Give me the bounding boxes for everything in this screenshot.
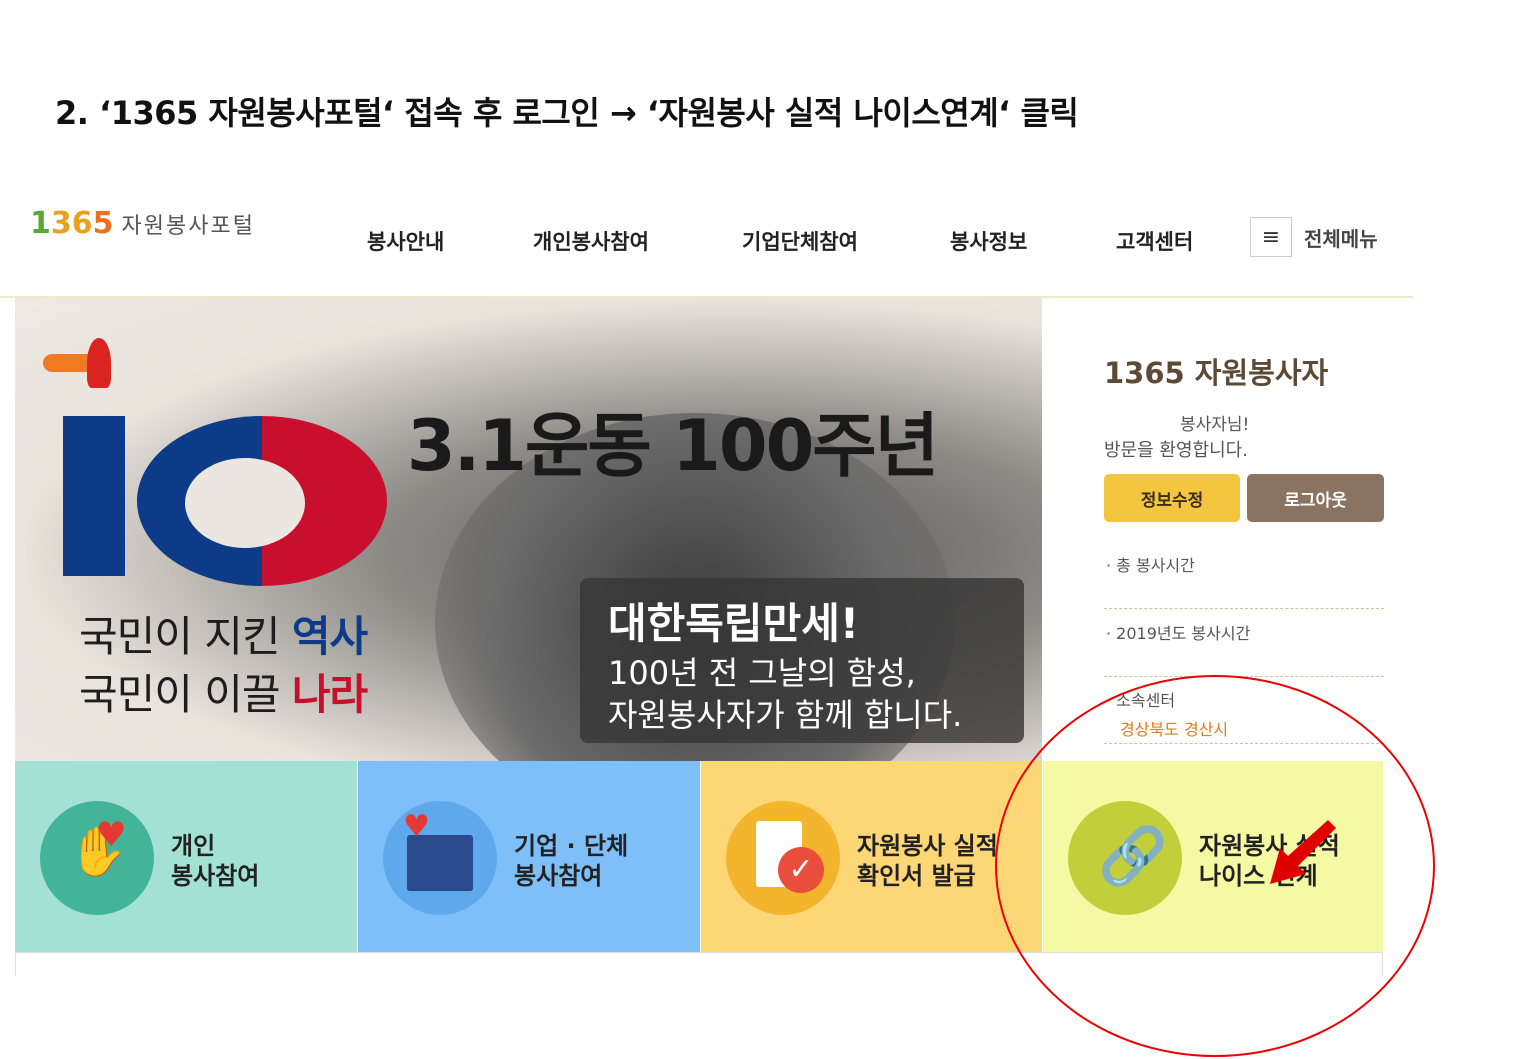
banner-message-headline: 대한독립만세! <box>608 599 859 648</box>
panel-divider <box>1104 608 1384 609</box>
annotation-arrow-icon <box>1270 820 1336 884</box>
logo-text: 자원봉사포털 <box>121 214 255 239</box>
banner-title: 3.1운동 100주년 <box>407 405 939 487</box>
nav-item-personal[interactable]: 개인봉사참여 <box>533 226 649 256</box>
quick-menu-corporate[interactable]: ♥ 기업 · 단체 봉사참여 <box>358 761 700 952</box>
annotation-circle <box>995 675 1435 1057</box>
quick-menu-label: 개인 봉사참여 <box>171 832 260 890</box>
nav-item-service-guide[interactable]: 봉사안내 <box>367 226 444 256</box>
nav-item-corporate[interactable]: 기업단체참여 <box>742 226 858 256</box>
building-icon: ♥ <box>383 801 497 915</box>
all-menu-button[interactable]: ≡ 전체메뉴 <box>1250 217 1378 257</box>
logout-button[interactable]: 로그아웃 <box>1247 474 1384 522</box>
taegeuk-emblem-center <box>185 458 305 548</box>
emblem-one <box>63 416 125 576</box>
banner-slogan-1: 국민이 지킨 역사 <box>79 612 368 661</box>
nav-item-info[interactable]: 봉사정보 <box>950 226 1027 256</box>
greeting-welcome: 방문을 환영합니다. <box>1104 440 1248 461</box>
logo-number: 1365 <box>30 206 114 241</box>
document-check-icon: ✓ <box>726 801 840 915</box>
quick-menu-label: 기업 · 단체 봉사참여 <box>514 832 629 890</box>
main-banner[interactable]: 3.1운동 100주년 국민이 지킨 역사 국민이 이끌 나라 대한독립만세! … <box>15 298 1042 761</box>
quick-menu-certificate[interactable]: ✓ 자원봉사 실적 확인서 발급 <box>701 761 1042 952</box>
nav-item-customer[interactable]: 고객센터 <box>1116 226 1193 256</box>
quick-menu-personal[interactable]: ✋ ♥ 개인 봉사참여 <box>15 761 357 952</box>
greeting-name: 봉사자님! <box>1180 415 1250 435</box>
step-instruction: 2. ‘1365 자원봉사포털‘ 접속 후 로그인 → ‘자원봉사 실적 나이스… <box>55 94 1079 132</box>
year-hours-label: · 2019년도 봉사시간 <box>1106 624 1251 643</box>
flame-icon <box>87 338 111 388</box>
banner-message-line3: 자원봉사자가 함께 합니다. <box>608 696 963 734</box>
banner-message-box: 대한독립만세! 100년 전 그날의 함성, 자원봉사자가 함께 합니다. <box>580 578 1024 743</box>
quick-menu-label: 자원봉사 실적 확인서 발급 <box>857 832 998 890</box>
banner-message-line2: 100년 전 그날의 함성, <box>608 654 916 692</box>
panel-title: 1365 자원봉사자 <box>1104 356 1329 390</box>
all-menu-label: 전체메뉴 <box>1304 226 1378 251</box>
banner-slogan-2: 국민이 이끌 나라 <box>79 670 368 719</box>
hand-heart-icon: ✋ ♥ <box>40 801 154 915</box>
site-logo[interactable]: 1365 자원봉사포털 <box>30 206 255 241</box>
edit-profile-button[interactable]: 정보수정 <box>1104 474 1240 522</box>
total-hours-label: · 총 봉사시간 <box>1106 556 1195 575</box>
hamburger-icon[interactable]: ≡ <box>1250 217 1292 257</box>
